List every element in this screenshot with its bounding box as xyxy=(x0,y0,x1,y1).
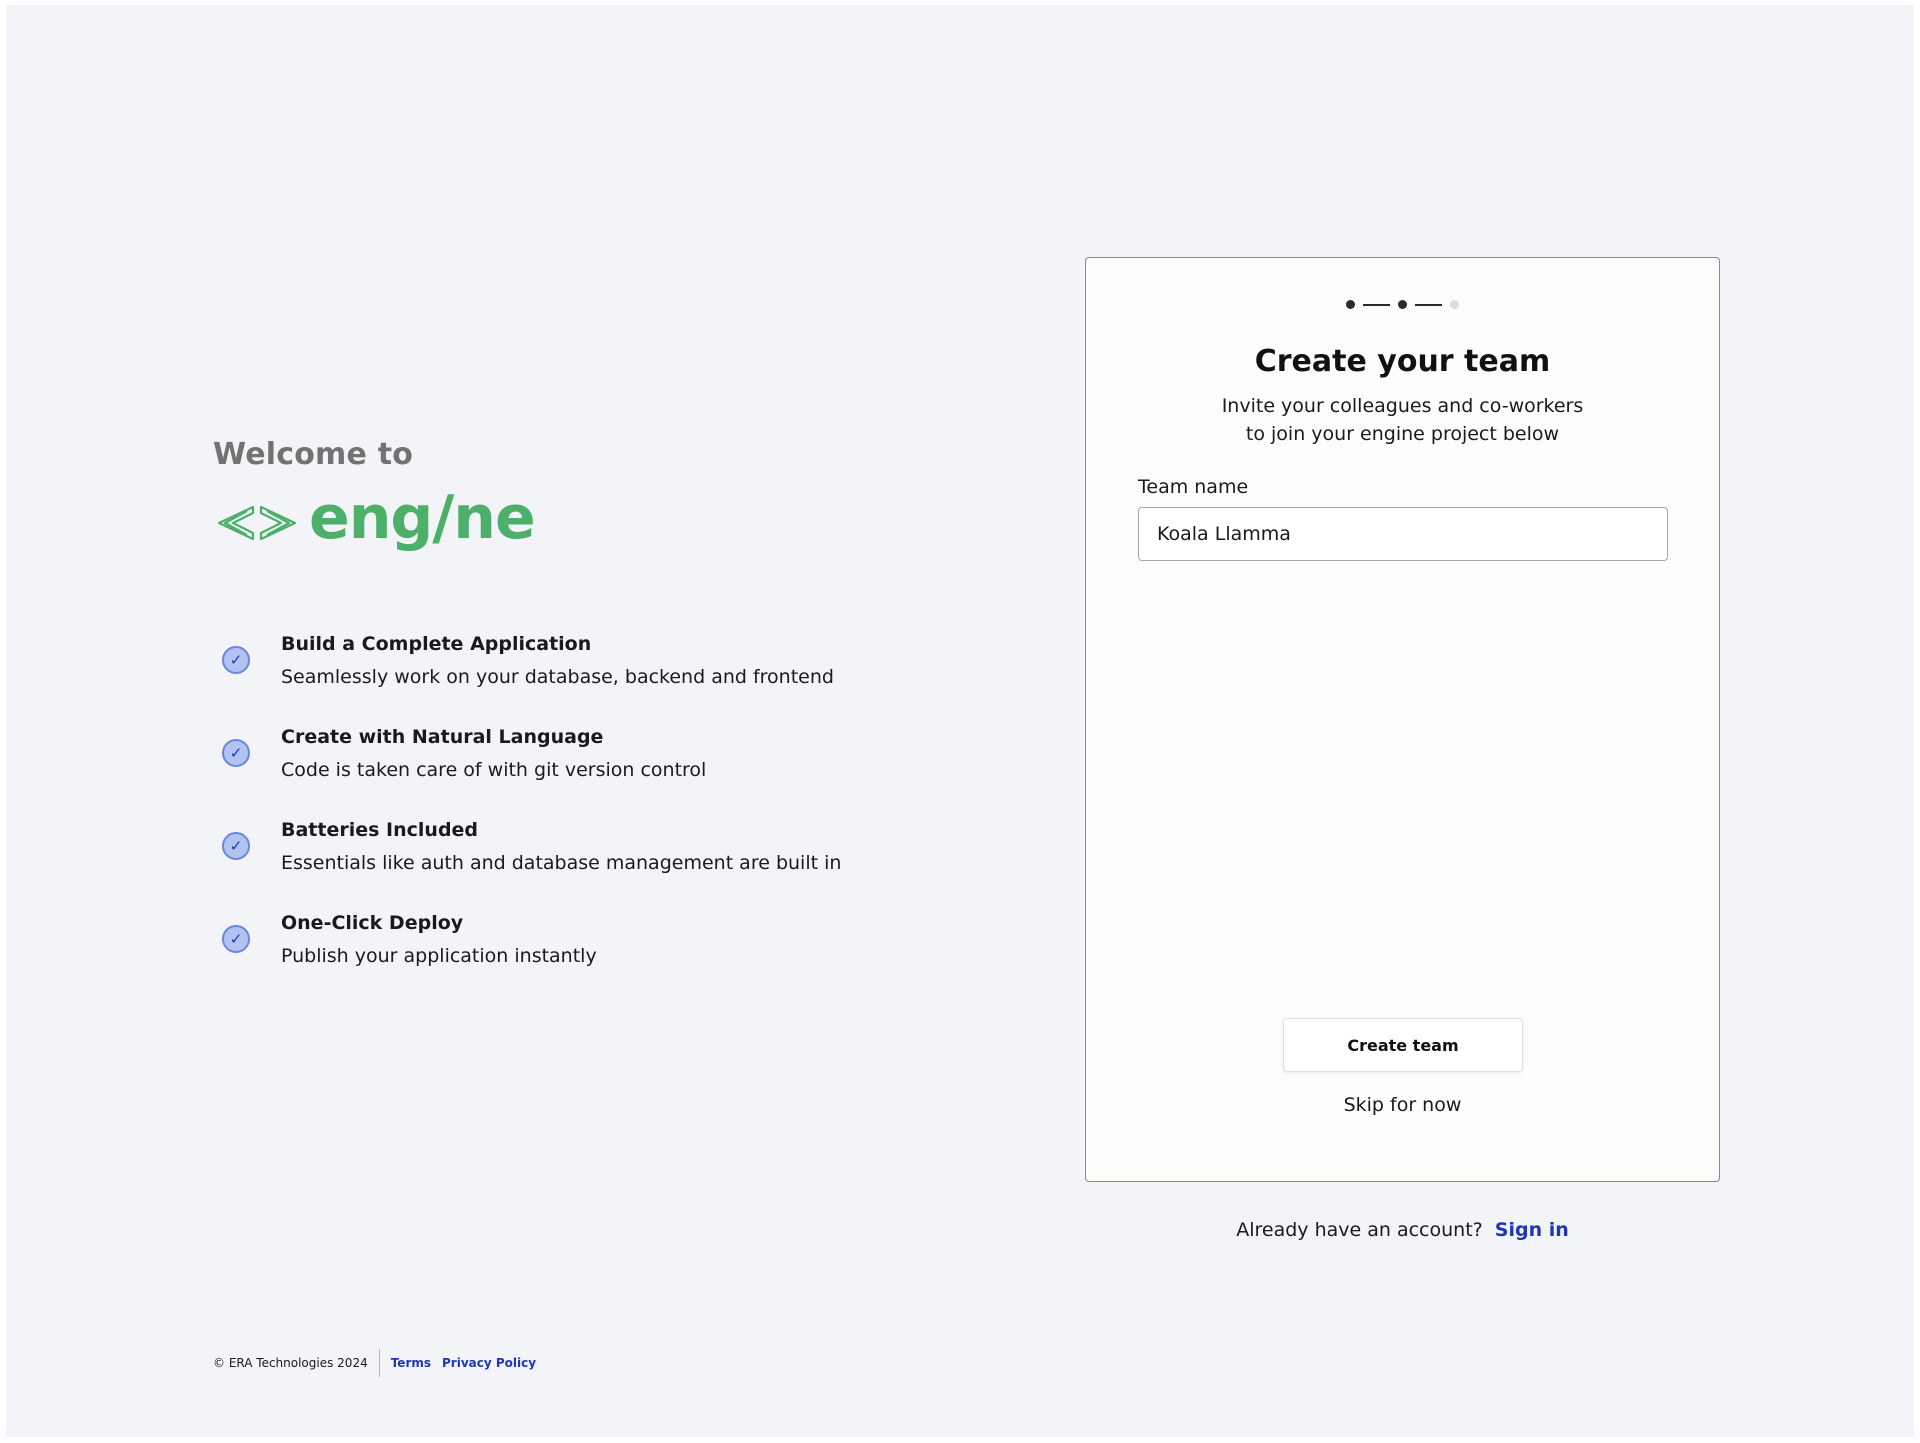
feature-title: Create with Natural Language xyxy=(281,726,604,748)
feature-title: Batteries Included xyxy=(281,819,479,841)
copyright-text: © ERA Technologies 2024 xyxy=(213,1356,368,1370)
subtitle-line: to join your engine project below xyxy=(1245,423,1560,445)
step-connector xyxy=(1363,303,1390,306)
signin-prompt: Already have an account? xyxy=(1236,1219,1483,1241)
card-subtitle: Invite your colleagues and co-workers to… xyxy=(1086,392,1719,448)
feature-item: ✓ Build a Complete Application Seamlessl… xyxy=(213,631,913,724)
step-dot-3-pending xyxy=(1450,300,1459,309)
feature-title: One-Click Deploy xyxy=(281,912,464,934)
feature-description: Essentials like auth and database manage… xyxy=(281,852,842,874)
privacy-policy-link[interactable]: Privacy Policy xyxy=(442,1356,536,1370)
signin-row: Already have an account? Sign in xyxy=(1085,1219,1720,1241)
code-brackets-icon xyxy=(217,505,297,541)
footer: © ERA Technologies 2024 Terms Privacy Po… xyxy=(213,1349,547,1377)
feature-description: Seamlessly work on your database, backen… xyxy=(281,666,834,688)
subtitle-line: Invite your colleagues and co-workers xyxy=(1221,395,1584,417)
check-circle-icon: ✓ xyxy=(222,925,250,953)
team-name-input[interactable] xyxy=(1138,507,1668,561)
feature-item: ✓ Create with Natural Language Code is t… xyxy=(213,724,913,817)
logo-wordmark: eng/ne xyxy=(309,483,536,553)
welcome-heading: Welcome to xyxy=(213,437,414,472)
terms-link[interactable]: Terms xyxy=(391,1356,431,1370)
team-name-label: Team name xyxy=(1138,476,1249,498)
step-dot-2-current xyxy=(1398,300,1407,309)
check-circle-icon: ✓ xyxy=(222,832,250,860)
card-title: Create your team xyxy=(1254,344,1551,379)
create-team-button[interactable]: Create team xyxy=(1283,1018,1523,1072)
feature-item: ✓ Batteries Included Essentials like aut… xyxy=(213,817,913,910)
step-indicator xyxy=(1086,300,1719,309)
skip-for-now-link[interactable]: Skip for now xyxy=(1086,1094,1719,1116)
feature-description: Publish your application instantly xyxy=(281,945,597,967)
check-circle-icon: ✓ xyxy=(222,646,250,674)
engine-logo: eng/ne xyxy=(213,483,536,559)
create-team-card: Create your team Invite your colleagues … xyxy=(1085,257,1720,1182)
feature-item: ✓ One-Click Deploy Publish your applicat… xyxy=(213,910,913,1003)
step-dot-1-complete xyxy=(1346,300,1355,309)
step-connector xyxy=(1415,303,1442,306)
sign-in-link[interactable]: Sign in xyxy=(1495,1219,1569,1241)
page-background: Welcome to eng/ne ✓ Build a Complete App… xyxy=(6,5,1914,1437)
check-circle-icon: ✓ xyxy=(222,739,250,767)
footer-divider xyxy=(378,1349,380,1377)
feature-description: Code is taken care of with git version c… xyxy=(281,759,707,781)
feature-title: Build a Complete Application xyxy=(281,633,592,655)
feature-list: ✓ Build a Complete Application Seamlessl… xyxy=(213,631,913,1003)
